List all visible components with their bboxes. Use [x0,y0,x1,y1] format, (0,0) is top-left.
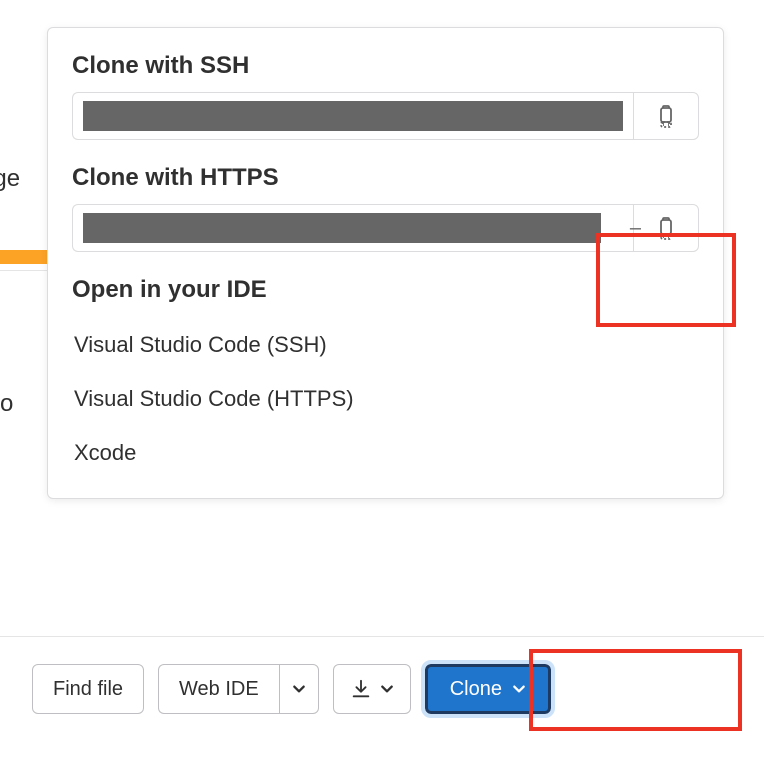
annotation-highlight [529,649,742,731]
chevron-down-icon [292,682,306,696]
clone-https-title: Clone with HTTPS [72,164,699,192]
clone-button[interactable]: Clone [425,664,551,714]
background-text: age [0,165,20,193]
ssh-url-input[interactable] [72,92,633,140]
find-file-button[interactable]: Find file [32,664,144,714]
web-ide-group: Web IDE [158,664,319,714]
clone-https-row: – [72,204,699,252]
clipboard-icon [654,216,678,240]
download-button[interactable] [333,664,411,714]
usage-bar [0,250,47,264]
clone-button-label: Clone [450,678,502,701]
https-url-input[interactable]: – [72,204,633,252]
clone-ssh-title: Clone with SSH [72,52,699,80]
clone-dropdown-panel: Clone with SSH Clone with HTTPS – [47,27,724,499]
divider [0,636,764,637]
redacted-content [83,101,623,131]
background-text: d o [0,390,13,418]
copy-https-button[interactable] [633,204,699,252]
download-icon [350,678,372,700]
divider [0,270,47,271]
ide-option-vscode-ssh[interactable]: Visual Studio Code (SSH) [72,318,699,372]
web-ide-button[interactable]: Web IDE [158,664,279,714]
clone-ssh-row [72,92,699,140]
repo-actions-toolbar: Find file Web IDE Clone [32,664,551,714]
chevron-down-icon [380,682,394,696]
ide-option-xcode[interactable]: Xcode [72,426,699,480]
copy-ssh-button[interactable] [633,92,699,140]
clipboard-icon [654,104,678,128]
chevron-down-icon [512,682,526,696]
open-ide-title: Open in your IDE [72,276,699,304]
web-ide-dropdown-button[interactable] [279,664,319,714]
redacted-content [83,213,601,243]
ide-option-vscode-https[interactable]: Visual Studio Code (HTTPS) [72,372,699,426]
overflow-dash: – [630,217,641,240]
